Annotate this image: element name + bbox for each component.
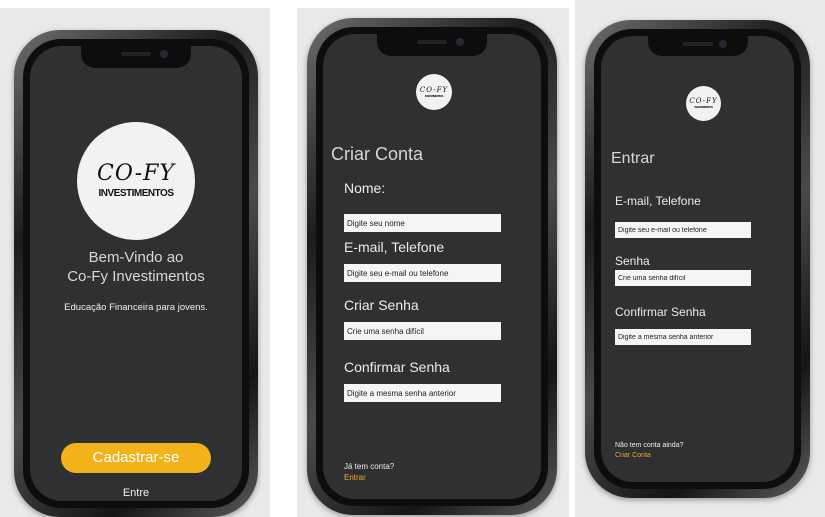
notch: [377, 34, 487, 56]
phone-signup: CO-FY INVESTIMENTOS Criar Conta Nome: E-…: [307, 18, 557, 515]
password-input[interactable]: [344, 322, 501, 340]
signup-screen: CO-FY INVESTIMENTOS Criar Conta Nome: E-…: [323, 34, 541, 499]
confirm-password-label: Confirmar Senha: [615, 305, 706, 319]
phone-bezel: CO-FY INVESTIMENTOS Entrar E-mail, Telef…: [594, 29, 801, 489]
password-label: Senha: [615, 254, 650, 268]
name-input[interactable]: [344, 214, 501, 232]
signup-link[interactable]: Criar Conta: [615, 452, 651, 459]
password-input[interactable]: [615, 270, 751, 286]
confirm-password-label: Confirmar Senha: [344, 359, 450, 375]
camera-icon: [719, 41, 726, 47]
no-account-text: Não tem conta ainda?: [615, 442, 684, 449]
login-screen: CO-FY INVESTIMENTOS Entrar E-mail, Telef…: [601, 36, 794, 482]
notch: [647, 36, 748, 56]
signup-button[interactable]: Cadastrar-se: [61, 443, 211, 473]
email-input[interactable]: [344, 264, 501, 282]
phone-login: CO-FY INVESTIMENTOS Entrar E-mail, Telef…: [585, 20, 810, 498]
email-label: E-mail, Telefone: [615, 194, 701, 208]
cofy-logo: CO-FY INVESTIMENTOS: [686, 86, 721, 121]
cofy-logo: CO-FY INVESTIMENTOS: [416, 74, 452, 110]
name-label: Nome:: [344, 180, 386, 196]
login-title: Entrar: [611, 150, 655, 167]
phone-bezel: CO-FY INVESTIMENTOS Criar Conta Nome: E-…: [316, 27, 548, 506]
login-link[interactable]: Entrar: [344, 473, 366, 482]
camera-icon: [456, 39, 463, 45]
phone-bezel: CO-FY INVESTIMENTOS Bem-Vindo ao Co-Fy I…: [23, 39, 249, 508]
welcome-subtitle: Educação Financeira para jovens.: [64, 302, 208, 313]
welcome-screen: CO-FY INVESTIMENTOS Bem-Vindo ao Co-Fy I…: [30, 46, 242, 501]
email-input[interactable]: [615, 222, 751, 238]
cofy-logo: CO-FY INVESTIMENTOS: [77, 122, 195, 240]
email-label: E-mail, Telefone: [344, 239, 445, 255]
phone-welcome: CO-FY INVESTIMENTOS Bem-Vindo ao Co-Fy I…: [14, 30, 258, 517]
welcome-title-line1: Bem-Vindo ao: [88, 249, 184, 266]
signup-title: Criar Conta: [331, 144, 424, 164]
confirm-password-input[interactable]: [344, 384, 501, 402]
camera-icon: [160, 51, 167, 57]
have-account-text: Já tem conta?: [344, 462, 395, 471]
welcome-title-line2: Co-Fy Investimentos: [67, 268, 205, 285]
login-link[interactable]: Entre: [30, 487, 242, 499]
password-label: Criar Senha: [344, 297, 419, 313]
notch: [81, 46, 191, 68]
confirm-password-input[interactable]: [615, 329, 751, 345]
